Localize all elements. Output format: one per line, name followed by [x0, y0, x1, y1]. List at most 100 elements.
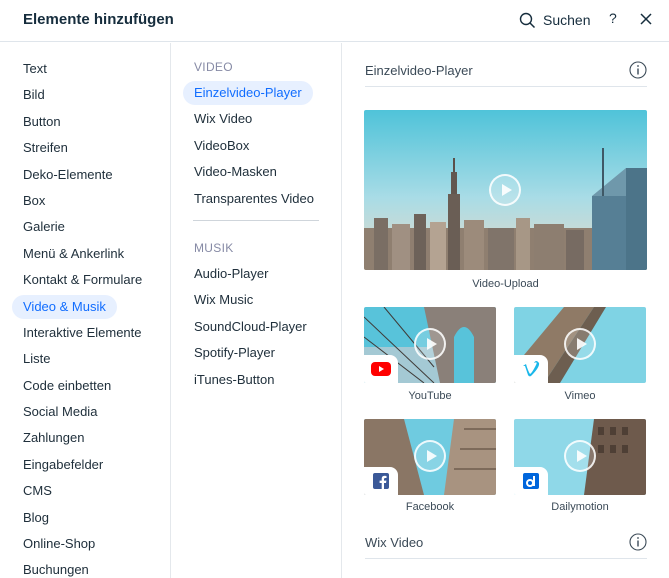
category-row: Buchungen [12, 557, 153, 578]
dailymotion-badge [514, 467, 548, 495]
category-item-box[interactable]: Box [12, 188, 153, 214]
category-item-video-musik[interactable]: Video & Musik [12, 294, 117, 319]
category-item-online-shop[interactable]: Online-Shop [12, 531, 153, 557]
category-row: CMS [12, 478, 153, 504]
video-list: Einzelvideo-Player Wix Video VideoBox Video… [183, 80, 325, 212]
category-row: Liste [12, 346, 153, 372]
youtube-tile[interactable] [364, 307, 496, 383]
play-icon [414, 328, 446, 360]
facebook-tile[interactable] [364, 419, 496, 495]
subcategory-row: Wix Video [183, 106, 325, 132]
vimeo-icon [523, 361, 540, 377]
youtube-caption: YouTube [408, 390, 452, 402]
category-item-code-einbetten[interactable]: Code einbetten [12, 373, 153, 399]
subcategory-item-spotify-player[interactable]: Spotify-Player [183, 340, 318, 366]
help-button[interactable]: ? [609, 10, 617, 26]
dailymotion-icon [523, 473, 539, 489]
category-row: Streifen [12, 135, 153, 161]
subcategory-row: VideoBox [183, 133, 325, 159]
play-icon [489, 174, 521, 206]
info-icon[interactable] [629, 533, 647, 551]
category-row: Blog [12, 505, 153, 531]
preview-panel: Einzelvideo-Player Video-Upload YouTube … [343, 43, 669, 578]
subcategory-row: iTunes-Button [183, 367, 318, 393]
category-item-text[interactable]: Text [12, 56, 153, 82]
category-item-galerie[interactable]: Galerie [12, 214, 153, 240]
play-icon [414, 440, 446, 472]
category-item-social-media[interactable]: Social Media [12, 399, 153, 425]
search-label: Suchen [543, 12, 591, 28]
category-item-zahlungen[interactable]: Zahlungen [12, 425, 153, 451]
category-item-streifen[interactable]: Streifen [12, 135, 153, 161]
panel-header: Elemente hinzufügen Suchen ? [0, 0, 669, 42]
subcategory-panel: VIDEO Einzelvideo-Player Wix Video VideoBo… [171, 43, 342, 578]
subcategory-row: Transparentes Video [183, 186, 325, 212]
vimeo-tile[interactable] [514, 307, 646, 383]
youtube-badge [364, 355, 398, 383]
subcategory-item-wix-music[interactable]: Wix Music [183, 287, 318, 313]
subcategory-row: Spotify-Player [183, 340, 318, 366]
category-row: Social Media [12, 399, 153, 425]
category-row: Galerie [12, 214, 153, 240]
category-row: Video & Musik [12, 294, 153, 320]
close-icon[interactable] [640, 13, 652, 25]
category-row: Text [12, 56, 153, 82]
video-upload-thumbnail[interactable] [364, 110, 647, 270]
category-item-buchungen[interactable]: Buchungen [12, 557, 153, 578]
search-button[interactable]: Suchen [519, 11, 590, 29]
category-row: Interaktive Elemente [12, 320, 153, 346]
category-row: Menü & Ankerlink [12, 241, 153, 267]
subcategory-item-itunes-button[interactable]: iTunes-Button [183, 367, 318, 393]
facebook-icon [373, 473, 389, 489]
subcategory-row: Einzelvideo-Player [183, 80, 325, 106]
category-row: Button [12, 109, 153, 135]
category-item-liste[interactable]: Liste [12, 346, 153, 372]
category-item-eingabefelder[interactable]: Eingabefelder [12, 452, 153, 478]
category-row: Online-Shop [12, 531, 153, 557]
category-item-kontakt-formulare[interactable]: Kontakt & Formulare [12, 267, 153, 293]
subcategory-item-audio-player[interactable]: Audio-Player [183, 261, 318, 287]
category-list: Text Bild Button Streifen Deko-Elemente Box Ga… [12, 56, 153, 578]
dailymotion-tile[interactable] [514, 419, 646, 495]
subcategory-row: Video-Masken [183, 159, 325, 185]
dailymotion-caption: Dailymotion [551, 501, 609, 513]
section-title: Wix Video [365, 535, 424, 550]
section-header-single-video: Einzelvideo-Player [365, 57, 647, 87]
category-row: Zahlungen [12, 425, 153, 451]
subcategory-row: SoundCloud-Player [183, 314, 318, 340]
facebook-badge [364, 467, 398, 495]
category-item-deko-elemente[interactable]: Deko-Elemente [12, 162, 153, 188]
subcategory-item-transparentes-video[interactable]: Transparentes Video [183, 186, 325, 212]
category-row: Code einbetten [12, 373, 153, 399]
youtube-icon [371, 362, 391, 376]
category-sidebar: Text Bild Button Streifen Deko-Elemente Box Ga… [0, 43, 171, 578]
category-item-bild[interactable]: Bild [12, 82, 153, 108]
subcategory-item-soundcloud-player[interactable]: SoundCloud-Player [183, 314, 318, 340]
category-item-cms[interactable]: CMS [12, 478, 153, 504]
category-row: Deko-Elemente [12, 162, 153, 188]
panel-title: Elemente hinzufügen [23, 11, 174, 28]
play-icon [564, 328, 596, 360]
play-icon [564, 440, 596, 472]
category-row: Bild [12, 82, 153, 108]
video-upload-caption: Video-Upload [472, 278, 539, 290]
category-item-menü-ankerlink[interactable]: Menü & Ankerlink [12, 241, 153, 267]
info-icon[interactable] [629, 61, 647, 79]
vimeo-caption: Vimeo [564, 390, 596, 402]
section-divider [193, 220, 319, 221]
search-icon [519, 12, 536, 28]
category-item-button[interactable]: Button [12, 109, 153, 135]
category-item-interaktive-elemente[interactable]: Interaktive Elemente [12, 320, 153, 346]
subcategory-item-einzelvideo-player[interactable]: Einzelvideo-Player [183, 81, 313, 105]
vimeo-badge [514, 355, 548, 383]
subcategory-row: Audio-Player [183, 261, 318, 287]
music-section-label: MUSIK [194, 241, 234, 255]
category-item-blog[interactable]: Blog [12, 505, 153, 531]
category-row: Kontakt & Formulare [12, 267, 153, 293]
subcategory-row: Wix Music [183, 287, 318, 313]
section-title: Einzelvideo-Player [365, 63, 473, 78]
subcategory-item-wix-video[interactable]: Wix Video [183, 106, 325, 132]
subcategory-item-videobox[interactable]: VideoBox [183, 133, 325, 159]
subcategory-item-video-masken[interactable]: Video-Masken [183, 159, 325, 185]
category-row: Eingabefelder [12, 452, 153, 478]
